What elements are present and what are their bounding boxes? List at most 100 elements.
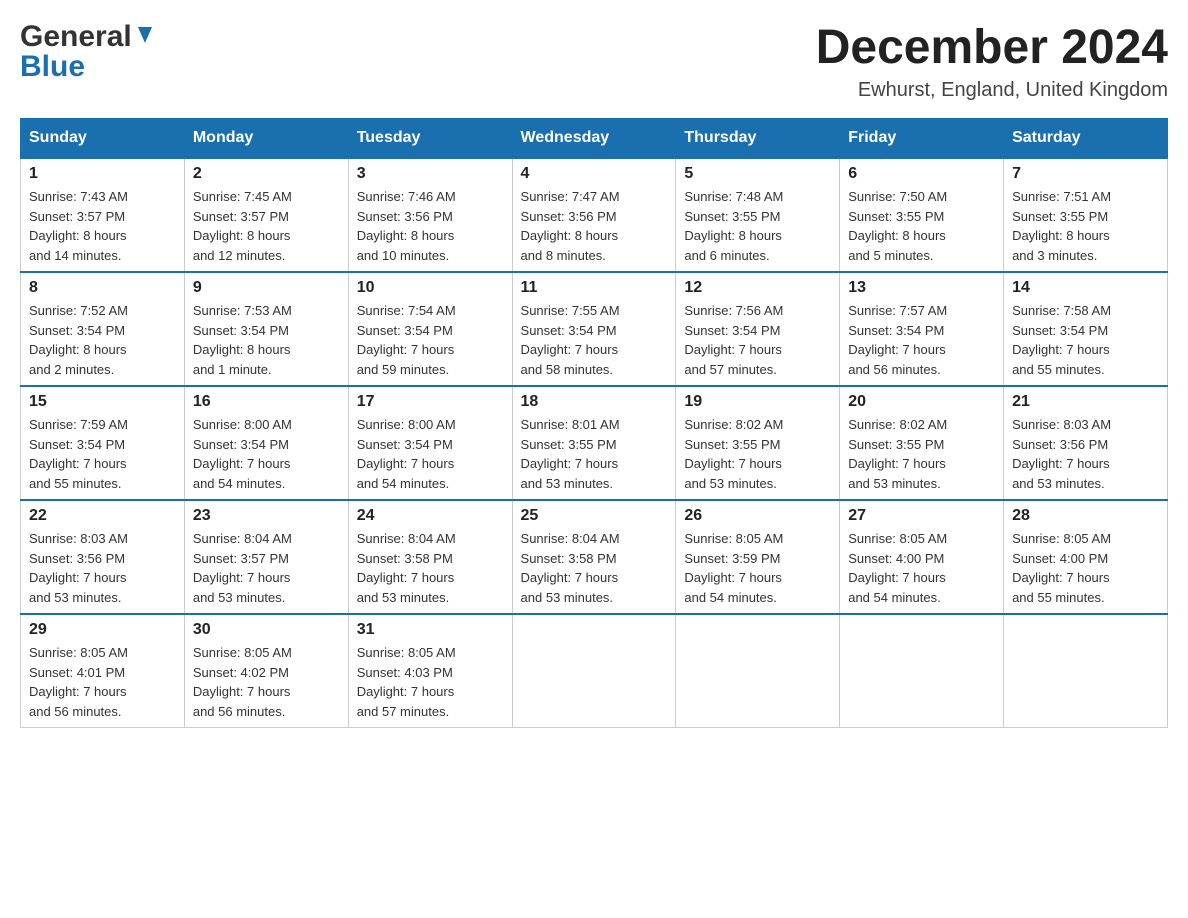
calendar-cell: 13Sunrise: 7:57 AMSunset: 3:54 PMDayligh… [840,272,1004,386]
calendar-cell: 20 Sunrise: 8:02 AMSunset: 3:55 PMDayligh… [840,386,1004,500]
column-header-sunday: Sunday [21,119,185,159]
day-info: Sunrise: 8:05 AMSunset: 4:00 PMDaylight:… [1012,529,1159,607]
calendar-cell: 2 Sunrise: 7:45 AMSunset: 3:57 PMDaylight… [184,158,348,272]
calendar-cell: 16 Sunrise: 8:00 AMSunset: 3:54 PMDayligh… [184,386,348,500]
day-number: 16 [193,393,340,411]
location: Ewhurst, England, United Kingdom [816,79,1168,102]
day-number: 10 [357,279,504,297]
day-info: Sunrise: 8:00 AMSunset: 3:54 PMDaylight:… [357,415,504,493]
day-info: Sunrise: 8:05 AMSunset: 4:03 PMDaylight:… [357,643,504,721]
day-number: 24 [357,507,504,525]
calendar-table: SundayMondayTuesdayWednesdayThursdayFrid… [20,118,1168,728]
day-info: Sunrise: 7:50 AMSunset: 3:55 PMDaylight:… [848,187,995,265]
title-block: December 2024 Ewhurst, England, United K… [816,20,1168,102]
day-info: Sunrise: 7:55 AMSunset: 3:54 PMDaylight:… [521,301,668,379]
day-number: 2 [193,165,340,183]
day-info: Sunrise: 7:43 AMSunset: 3:57 PMDaylight:… [29,187,176,265]
day-number: 20 [848,393,995,411]
calendar-cell: 10 Sunrise: 7:54 AMSunset: 3:54 PMDayligh… [348,272,512,386]
calendar-cell: 9 Sunrise: 7:53 AMSunset: 3:54 PMDaylight… [184,272,348,386]
day-info: Sunrise: 7:48 AMSunset: 3:55 PMDaylight:… [684,187,831,265]
day-info: Sunrise: 8:05 AMSunset: 3:59 PMDaylight:… [684,529,831,607]
calendar-cell: 25Sunrise: 8:04 AMSunset: 3:58 PMDayligh… [512,500,676,614]
page-header: General Blue December 2024 Ewhurst, Engl… [20,20,1168,102]
day-number: 30 [193,621,340,639]
day-info: Sunrise: 7:56 AMSunset: 3:54 PMDaylight:… [684,301,831,379]
day-info: Sunrise: 8:04 AMSunset: 3:57 PMDaylight:… [193,529,340,607]
calendar-cell [676,614,840,728]
day-info: Sunrise: 7:58 AMSunset: 3:54 PMDaylight:… [1012,301,1159,379]
day-info: Sunrise: 7:46 AMSunset: 3:56 PMDaylight:… [357,187,504,265]
day-number: 27 [848,507,995,525]
calendar-cell: 22 Sunrise: 8:03 AMSunset: 3:56 PMDayligh… [21,500,185,614]
calendar-cell: 14 Sunrise: 7:58 AMSunset: 3:54 PMDayligh… [1004,272,1168,386]
day-info: Sunrise: 8:05 AMSunset: 4:01 PMDaylight:… [29,643,176,721]
day-number: 15 [29,393,176,411]
day-number: 7 [1012,165,1159,183]
column-header-monday: Monday [184,119,348,159]
day-info: Sunrise: 8:04 AMSunset: 3:58 PMDaylight:… [521,529,668,607]
day-info: Sunrise: 7:59 AMSunset: 3:54 PMDaylight:… [29,415,176,493]
logo-arrow-icon [134,25,156,52]
calendar-cell: 24 Sunrise: 8:04 AMSunset: 3:58 PMDayligh… [348,500,512,614]
day-number: 11 [521,279,668,297]
calendar-cell [840,614,1004,728]
day-number: 8 [29,279,176,297]
day-info: Sunrise: 8:03 AMSunset: 3:56 PMDaylight:… [1012,415,1159,493]
day-info: Sunrise: 7:51 AMSunset: 3:55 PMDaylight:… [1012,187,1159,265]
column-header-thursday: Thursday [676,119,840,159]
calendar-cell: 1 Sunrise: 7:43 AMSunset: 3:57 PMDaylight… [21,158,185,272]
column-header-wednesday: Wednesday [512,119,676,159]
day-info: Sunrise: 7:47 AMSunset: 3:56 PMDaylight:… [521,187,668,265]
calendar-week-row: 1 Sunrise: 7:43 AMSunset: 3:57 PMDaylight… [21,158,1168,272]
day-info: Sunrise: 8:03 AMSunset: 3:56 PMDaylight:… [29,529,176,607]
calendar-cell: 5 Sunrise: 7:48 AMSunset: 3:55 PMDaylight… [676,158,840,272]
calendar-cell: 27 Sunrise: 8:05 AMSunset: 4:00 PMDayligh… [840,500,1004,614]
logo-general: General [20,20,132,54]
day-info: Sunrise: 8:02 AMSunset: 3:55 PMDaylight:… [684,415,831,493]
column-header-friday: Friday [840,119,1004,159]
calendar-cell: 3 Sunrise: 7:46 AMSunset: 3:56 PMDaylight… [348,158,512,272]
calendar-cell [1004,614,1168,728]
calendar-header-row: SundayMondayTuesdayWednesdayThursdayFrid… [21,119,1168,159]
day-info: Sunrise: 8:02 AMSunset: 3:55 PMDaylight:… [848,415,995,493]
day-number: 22 [29,507,176,525]
calendar-cell: 21 Sunrise: 8:03 AMSunset: 3:56 PMDayligh… [1004,386,1168,500]
calendar-cell: 7 Sunrise: 7:51 AMSunset: 3:55 PMDaylight… [1004,158,1168,272]
day-number: 3 [357,165,504,183]
calendar-cell: 12Sunrise: 7:56 AMSunset: 3:54 PMDayligh… [676,272,840,386]
calendar-cell: 31Sunrise: 8:05 AMSunset: 4:03 PMDayligh… [348,614,512,728]
calendar-cell: 29 Sunrise: 8:05 AMSunset: 4:01 PMDayligh… [21,614,185,728]
calendar-cell: 4Sunrise: 7:47 AMSunset: 3:56 PMDaylight… [512,158,676,272]
day-number: 28 [1012,507,1159,525]
calendar-cell: 30 Sunrise: 8:05 AMSunset: 4:02 PMDayligh… [184,614,348,728]
day-info: Sunrise: 8:05 AMSunset: 4:00 PMDaylight:… [848,529,995,607]
day-number: 6 [848,165,995,183]
day-number: 14 [1012,279,1159,297]
day-info: Sunrise: 7:54 AMSunset: 3:54 PMDaylight:… [357,301,504,379]
day-number: 9 [193,279,340,297]
calendar-cell: 28 Sunrise: 8:05 AMSunset: 4:00 PMDayligh… [1004,500,1168,614]
day-number: 18 [521,393,668,411]
calendar-cell: 15 Sunrise: 7:59 AMSunset: 3:54 PMDayligh… [21,386,185,500]
day-number: 23 [193,507,340,525]
day-info: Sunrise: 8:01 AMSunset: 3:55 PMDaylight:… [521,415,668,493]
day-number: 1 [29,165,176,183]
day-number: 29 [29,621,176,639]
calendar-week-row: 8Sunrise: 7:52 AMSunset: 3:54 PMDaylight… [21,272,1168,386]
day-info: Sunrise: 7:57 AMSunset: 3:54 PMDaylight:… [848,301,995,379]
day-number: 19 [684,393,831,411]
day-info: Sunrise: 8:04 AMSunset: 3:58 PMDaylight:… [357,529,504,607]
calendar-cell [512,614,676,728]
calendar-week-row: 22 Sunrise: 8:03 AMSunset: 3:56 PMDayligh… [21,500,1168,614]
calendar-cell: 19 Sunrise: 8:02 AMSunset: 3:55 PMDayligh… [676,386,840,500]
day-number: 21 [1012,393,1159,411]
calendar-cell: 26Sunrise: 8:05 AMSunset: 3:59 PMDayligh… [676,500,840,614]
day-info: Sunrise: 8:00 AMSunset: 3:54 PMDaylight:… [193,415,340,493]
day-info: Sunrise: 8:05 AMSunset: 4:02 PMDaylight:… [193,643,340,721]
day-number: 5 [684,165,831,183]
calendar-cell: 8Sunrise: 7:52 AMSunset: 3:54 PMDaylight… [21,272,185,386]
day-info: Sunrise: 7:53 AMSunset: 3:54 PMDaylight:… [193,301,340,379]
day-info: Sunrise: 7:45 AMSunset: 3:57 PMDaylight:… [193,187,340,265]
calendar-cell: 11 Sunrise: 7:55 AMSunset: 3:54 PMDayligh… [512,272,676,386]
